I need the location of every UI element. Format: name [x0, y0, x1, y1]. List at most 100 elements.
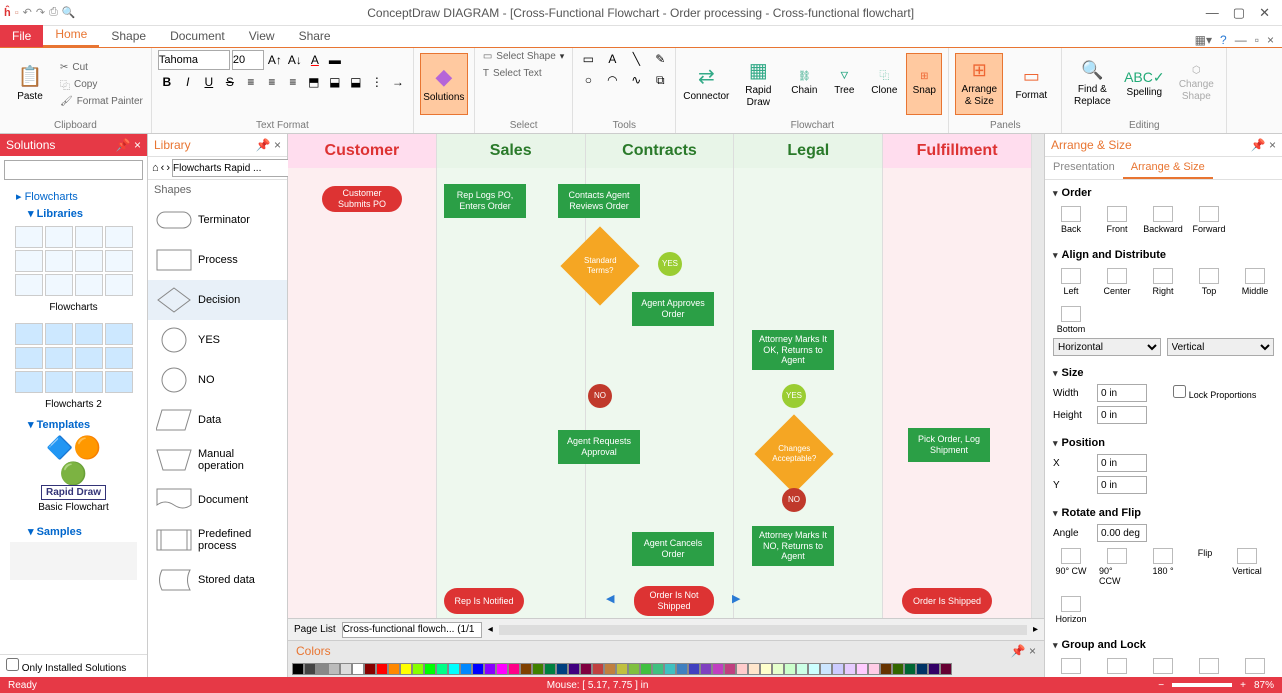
shape-attorney-no[interactable]: Attorney Marks It NO, Returns to Agent — [752, 526, 834, 566]
color-swatch[interactable] — [688, 663, 700, 675]
shape-rep-logs[interactable]: Rep Logs PO, Enters Order — [444, 184, 526, 218]
color-swatch[interactable] — [496, 663, 508, 675]
arrange-tab-presentation[interactable]: Presentation — [1045, 157, 1123, 179]
lib-item-no[interactable]: NO — [148, 360, 287, 400]
color-swatch[interactable] — [640, 663, 652, 675]
lib-thumb[interactable] — [105, 274, 133, 296]
horizontal-scrollbar[interactable] — [499, 625, 1027, 635]
section-position[interactable]: ▾Position — [1053, 434, 1274, 452]
section-group[interactable]: ▾Group and Lock — [1053, 636, 1274, 654]
find-replace-button[interactable]: 🔍Find & Replace — [1068, 53, 1116, 115]
tree-templates[interactable]: ▾ Templates — [4, 416, 143, 433]
color-swatch[interactable] — [868, 663, 880, 675]
lock-button[interactable]: Lock — [1191, 658, 1227, 677]
decrease-font-icon[interactable]: A↓ — [286, 51, 304, 69]
solutions-search-input[interactable] — [4, 160, 143, 180]
copy-button[interactable]: ⿻Copy — [58, 76, 145, 93]
lib-item-document[interactable]: Document — [148, 480, 287, 520]
lib-thumb[interactable] — [75, 250, 103, 272]
tab-share[interactable]: Share — [287, 25, 343, 47]
ellipse-tool-icon[interactable]: ○ — [579, 71, 597, 89]
chain-button[interactable]: ⛓Chain — [786, 53, 822, 115]
height-input[interactable] — [1097, 406, 1147, 424]
lib-thumb[interactable] — [75, 323, 103, 345]
underline-button[interactable]: U — [200, 73, 218, 91]
font-color-icon[interactable]: A — [306, 51, 324, 69]
rapid-draw-button[interactable]: ▦Rapid Draw — [734, 53, 782, 115]
color-swatch[interactable] — [880, 663, 892, 675]
nav-prev-icon[interactable]: ◀ — [606, 592, 614, 605]
tree-flowcharts[interactable]: ▸ Flowcharts — [4, 188, 143, 205]
line-tool-icon[interactable]: ╲ — [627, 50, 645, 68]
align-center-button[interactable]: Center — [1099, 268, 1135, 296]
section-rotate[interactable]: ▾Rotate and Flip — [1053, 504, 1274, 522]
color-swatch[interactable] — [472, 663, 484, 675]
rotate-ccw-button[interactable]: 90° CCW — [1099, 548, 1135, 586]
panel-close-icon[interactable]: × — [1269, 138, 1276, 152]
section-order[interactable]: ▾Order — [1053, 184, 1274, 202]
qat-preview-icon[interactable]: 🔍 — [62, 6, 76, 19]
strike-button[interactable]: S — [221, 73, 239, 91]
qat-undo-icon[interactable]: ↶ — [23, 6, 32, 19]
color-swatch[interactable] — [700, 663, 712, 675]
lib-item-manual[interactable]: Manual operation — [148, 440, 287, 480]
flip-h-button[interactable]: Horizon — [1053, 596, 1089, 624]
align-left-button[interactable]: Left — [1053, 268, 1089, 296]
lib-thumb[interactable] — [75, 347, 103, 369]
lib-thumb[interactable] — [75, 371, 103, 393]
shape-no-2[interactable]: NO — [782, 488, 806, 512]
shape-no-1[interactable]: NO — [588, 384, 612, 408]
lib-item-terminator[interactable]: Terminator — [148, 200, 287, 240]
zoom-slider[interactable] — [1172, 683, 1232, 687]
tree-button[interactable]: 🜄Tree — [826, 53, 862, 115]
connector-button[interactable]: ⇄Connector — [682, 53, 730, 115]
color-swatch[interactable] — [904, 663, 916, 675]
lock-proportions-checkbox[interactable] — [1173, 385, 1186, 398]
align-center-icon[interactable]: ≡ — [263, 73, 281, 91]
color-swatch[interactable] — [616, 663, 628, 675]
color-swatch[interactable] — [568, 663, 580, 675]
section-align[interactable]: ▾Align and Distribute — [1053, 246, 1274, 264]
color-swatch[interactable] — [328, 663, 340, 675]
order-forward-button[interactable]: Forward — [1191, 206, 1227, 234]
font-size-select[interactable] — [232, 50, 264, 70]
align-middle-button[interactable]: Middle — [1237, 268, 1273, 296]
color-swatch[interactable] — [940, 663, 952, 675]
y-input[interactable] — [1097, 476, 1147, 494]
pencil-tool-icon[interactable]: ✎ — [651, 50, 669, 68]
shape-yes-2[interactable]: YES — [782, 384, 806, 408]
pin-icon[interactable]: 📌 — [1251, 138, 1266, 152]
align-top-button[interactable]: Top — [1191, 268, 1227, 296]
lib-thumb[interactable] — [105, 347, 133, 369]
select-text-button[interactable]: TSelect Text — [481, 67, 544, 80]
spelling-button[interactable]: ABC✓Spelling — [1120, 53, 1168, 115]
color-swatch[interactable] — [448, 663, 460, 675]
highlight-icon[interactable]: ▬ — [326, 51, 344, 69]
color-swatch[interactable] — [304, 663, 316, 675]
lib-item-process[interactable]: Process — [148, 240, 287, 280]
lane-header-legal[interactable]: Legal — [734, 134, 882, 168]
lib-thumb[interactable] — [45, 274, 73, 296]
only-installed-checkbox[interactable] — [6, 658, 19, 671]
text-tool-icon[interactable]: A — [603, 50, 621, 68]
format-painter-button[interactable]: 🖌Format Painter — [58, 95, 145, 108]
tab-shape[interactable]: Shape — [99, 25, 158, 47]
color-swatch[interactable] — [340, 663, 352, 675]
color-swatch[interactable] — [652, 663, 664, 675]
color-swatch[interactable] — [556, 663, 568, 675]
clone-button[interactable]: ⿻Clone — [866, 53, 902, 115]
color-swatch[interactable] — [352, 663, 364, 675]
tab-view[interactable]: View — [237, 25, 287, 47]
order-front-button[interactable]: Front — [1099, 206, 1135, 234]
color-swatch[interactable] — [544, 663, 556, 675]
minimize-button[interactable]: — — [1206, 5, 1219, 21]
color-swatch[interactable] — [736, 663, 748, 675]
lib-next-icon[interactable]: › — [166, 162, 170, 174]
italic-button[interactable]: I — [179, 73, 197, 91]
arc-tool-icon[interactable]: ◠ — [603, 71, 621, 89]
ribbon-rest-icon[interactable]: ▫ — [1255, 33, 1259, 47]
change-shape-button[interactable]: ⬡Change Shape — [1172, 53, 1220, 115]
library-dropdown[interactable] — [172, 159, 306, 177]
color-swatch[interactable] — [292, 663, 304, 675]
lib-thumb[interactable] — [75, 226, 103, 248]
